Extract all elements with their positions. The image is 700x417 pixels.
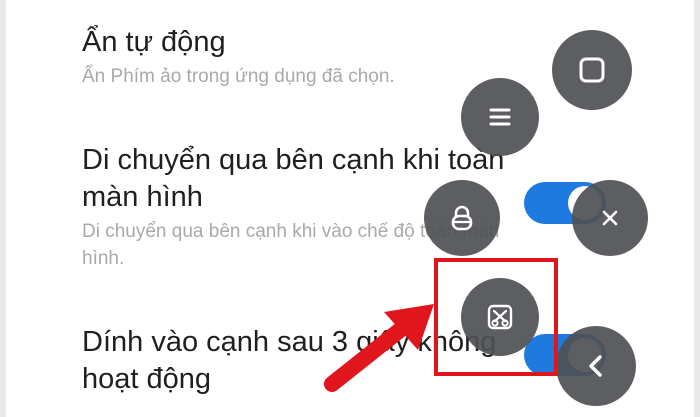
close-button[interactable]	[572, 180, 648, 256]
back-icon	[589, 355, 602, 377]
square-icon	[579, 57, 605, 83]
close-icon	[602, 210, 618, 226]
highlight-box	[434, 258, 558, 376]
lock-screen-button[interactable]	[424, 180, 500, 256]
lock-icon	[451, 205, 473, 231]
recent-apps-button[interactable]	[552, 30, 632, 110]
back-button[interactable]	[556, 326, 636, 406]
setting-title: Ẩn tự động	[82, 26, 226, 58]
screenshot-frame: Ẩn tự động Ẩn Phím ảo trong ứng dụng đã …	[0, 0, 700, 417]
menu-button[interactable]	[461, 78, 539, 156]
red-arrow-icon	[324, 304, 434, 392]
menu-icon	[489, 108, 511, 126]
settings-screen: Ẩn tự động Ẩn Phím ảo trong ứng dụng đã …	[6, 0, 694, 417]
setting-auto-hide[interactable]: Ẩn tự động Ẩn Phím ảo trong ứng dụng đã …	[82, 24, 502, 90]
setting-description: Ẩn Phím ảo trong ứng dụng đã chọn.	[82, 66, 395, 87]
